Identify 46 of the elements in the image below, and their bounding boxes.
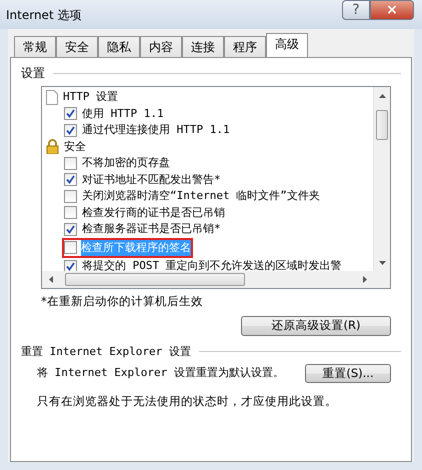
checkbox[interactable] — [64, 222, 77, 236]
checkbox[interactable] — [64, 107, 77, 120]
scroll-up-icon — [379, 94, 386, 98]
option-label[interactable]: 对证书地址不匹配发出警告* — [82, 172, 221, 188]
scroll-down-icon — [379, 260, 386, 264]
option-label[interactable]: 不将加密的页存盘 — [82, 155, 170, 172]
scroll-right-icon — [362, 276, 366, 283]
checkbox[interactable] — [64, 156, 77, 170]
checkbox[interactable] — [64, 206, 77, 220]
tab[interactable]: 程序 — [224, 36, 266, 57]
option-label[interactable]: 通过代理连接使用 HTTP 1.1 — [82, 122, 230, 138]
tab[interactable]: 隐私 — [98, 36, 140, 57]
check-icon — [66, 262, 75, 271]
help-button[interactable]: ? — [342, 0, 370, 20]
checkbox[interactable] — [64, 190, 77, 203]
checkbox[interactable] — [64, 260, 77, 271]
restore-button[interactable]: 还原高级设置(R) — [241, 316, 391, 336]
check-icon — [66, 175, 75, 184]
scroll-left-icon — [48, 276, 52, 283]
description: 将 Internet Explorer 设置重置为默认设置。 — [37, 365, 284, 382]
option-label[interactable]: 检查发行商的证书是否已吊销 — [82, 204, 225, 221]
note: 只有在浏览器处于无法使用的状态时，才应使用此设置。 — [37, 393, 338, 410]
option-label[interactable]: 使用 HTTP 1.1 — [82, 106, 164, 122]
option-label[interactable]: 关闭浏览器时清空“Internet 临时文件”文件夹 — [82, 188, 320, 204]
check-icon — [66, 224, 75, 234]
footnote: *在重新启动你的计算机后生效 — [41, 293, 204, 310]
tab[interactable]: 安全 — [56, 36, 98, 57]
section-title: 设置 — [21, 65, 45, 82]
option-label[interactable]: 将提交的 POST 重定向到不允许发送的区域时发出警 — [82, 258, 342, 271]
page-icon — [46, 90, 58, 105]
tab[interactable]: 常规 — [14, 36, 56, 57]
group-label: 安全 — [64, 138, 86, 154]
group-label: HTTP 设置 — [63, 89, 118, 105]
window-title: Internet 选项 — [6, 6, 82, 24]
tab[interactable]: 内容 — [140, 36, 182, 57]
checkbox[interactable] — [64, 241, 77, 254]
option-label[interactable]: 检查服务器证书是否已吊销* — [82, 221, 221, 238]
reset-button[interactable]: 重置(S)... — [305, 364, 391, 384]
lock-icon — [46, 139, 59, 154]
checkbox[interactable] — [64, 173, 77, 186]
tab[interactable]: 高级 — [266, 33, 308, 57]
scrollbar-thumb[interactable] — [376, 110, 388, 140]
checkbox[interactable] — [64, 124, 77, 137]
tab[interactable]: 连接 — [182, 36, 224, 57]
section-title: 重置 Internet Explorer 设置 — [21, 344, 191, 360]
scrollbar-thumb[interactable] — [65, 273, 245, 286]
